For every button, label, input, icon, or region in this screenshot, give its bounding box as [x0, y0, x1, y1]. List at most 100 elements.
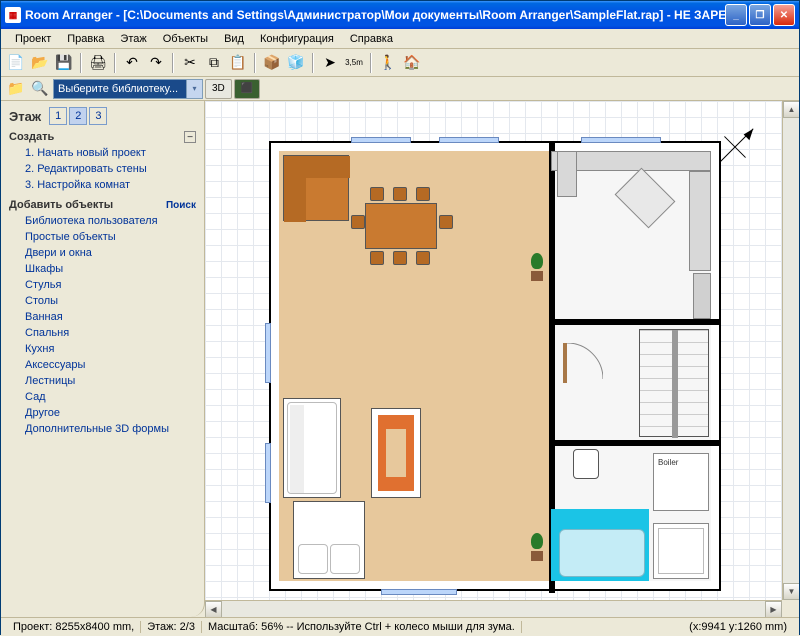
- window[interactable]: [381, 589, 457, 595]
- measure-icon[interactable]: 3,5m: [343, 52, 365, 74]
- window[interactable]: [439, 137, 499, 143]
- window[interactable]: [265, 323, 271, 383]
- scroll-right-icon[interactable]: ▶: [765, 601, 782, 617]
- save-icon[interactable]: 💾: [53, 52, 75, 74]
- create-edit-walls[interactable]: 2. Редактировать стены: [9, 161, 196, 177]
- maximize-button[interactable]: ❐: [749, 4, 771, 26]
- kitchen-unit[interactable]: [557, 151, 577, 197]
- window[interactable]: [265, 443, 271, 503]
- arrow-icon[interactable]: ➤: [319, 52, 341, 74]
- menu-objects[interactable]: Объекты: [155, 31, 216, 47]
- scroll-left-icon[interactable]: ◀: [205, 601, 222, 617]
- undo-icon[interactable]: ↶: [121, 52, 143, 74]
- floor-2-button[interactable]: 2: [69, 107, 87, 125]
- dining-table[interactable]: [365, 203, 437, 249]
- obj-other[interactable]: Другое: [9, 405, 196, 421]
- close-button[interactable]: ✕: [773, 4, 795, 26]
- obj-kitchen-cat[interactable]: Кухня: [9, 341, 196, 357]
- obj-tables[interactable]: Столы: [9, 293, 196, 309]
- window[interactable]: [351, 137, 411, 143]
- create-new-project[interactable]: 1. Начать новый проект: [9, 145, 196, 161]
- create-room-setup[interactable]: 3. Настройка комнат: [9, 177, 196, 193]
- tv-unit[interactable]: [371, 408, 421, 498]
- mode-3d-button[interactable]: 3D: [205, 79, 232, 99]
- plant-icon[interactable]: [527, 533, 547, 561]
- obj-accessories[interactable]: Аксессуары: [9, 357, 196, 373]
- print-icon[interactable]: 🖨: [87, 52, 109, 74]
- chair[interactable]: [416, 251, 430, 265]
- library-dropdown[interactable]: Выберите библиотеку... ▾: [53, 79, 203, 99]
- floor-3-button[interactable]: 3: [89, 107, 107, 125]
- wall-horizontal-2: [549, 440, 719, 446]
- home-icon[interactable]: 🏠: [401, 52, 423, 74]
- obj-user-library[interactable]: Библиотека пользователя: [9, 213, 196, 229]
- menu-config[interactable]: Конфигурация: [252, 31, 342, 47]
- paste-icon[interactable]: 📋: [227, 52, 249, 74]
- toilet[interactable]: [573, 449, 599, 479]
- obj-simple[interactable]: Простые объекты: [9, 229, 196, 245]
- bathroom-unit[interactable]: Boiler: [653, 453, 709, 511]
- floor-label: Этаж: [9, 109, 41, 124]
- scroll-up-icon[interactable]: ▲: [783, 101, 799, 118]
- shower[interactable]: [653, 523, 709, 579]
- new-icon[interactable]: 📄: [5, 52, 27, 74]
- floor-1-button[interactable]: 1: [49, 107, 67, 125]
- redo-icon[interactable]: ↷: [145, 52, 167, 74]
- toolbar-main: 📄 📂 💾 🖨 ↶ ↷ ✂ ⧉ 📋 📦 🧊 ➤ 3,5m 🚶 🏠: [1, 49, 799, 77]
- toolbar-library: 📁 🔍 Выберите библиотеку... ▾ 3D ⬛: [1, 77, 799, 101]
- obj-3d-shapes[interactable]: Дополнительные 3D формы: [9, 421, 196, 437]
- sofa[interactable]: [283, 398, 341, 498]
- create-heading: Создать −: [9, 131, 196, 143]
- window[interactable]: [581, 137, 661, 143]
- corner-sofa[interactable]: [283, 155, 349, 221]
- scroll-down-icon[interactable]: ▼: [783, 583, 799, 600]
- view3d-icon[interactable]: 🧊: [285, 52, 307, 74]
- kitchen-counter-right[interactable]: [689, 171, 711, 271]
- menu-help[interactable]: Справка: [342, 31, 401, 47]
- chair[interactable]: [439, 215, 453, 229]
- armchair-set[interactable]: [293, 501, 365, 579]
- library-icon[interactable]: 📁: [5, 78, 27, 100]
- menu-view[interactable]: Вид: [216, 31, 252, 47]
- copy-icon[interactable]: ⧉: [203, 52, 225, 74]
- status-scale: Масштаб: 56% -- Используйте Ctrl + колес…: [202, 621, 522, 633]
- obj-doors-windows[interactable]: Двери и окна: [9, 245, 196, 261]
- cut-icon[interactable]: ✂: [179, 52, 201, 74]
- mode-toggle-button[interactable]: ⬛: [234, 79, 260, 99]
- obj-wardrobes[interactable]: Шкафы: [9, 261, 196, 277]
- menu-project[interactable]: Проект: [7, 31, 59, 47]
- canvas[interactable]: Boiler ▲ ▼ ◀ ▶: [205, 101, 799, 617]
- search-link[interactable]: Поиск: [166, 200, 196, 211]
- floor-plan[interactable]: Boiler: [269, 141, 721, 591]
- status-coords: (x:9941 y:1260 mm): [683, 621, 793, 633]
- plant-icon[interactable]: [527, 253, 547, 281]
- obj-stairs[interactable]: Лестницы: [9, 373, 196, 389]
- chevron-down-icon: ▾: [186, 80, 202, 98]
- obj-garden[interactable]: Сад: [9, 389, 196, 405]
- collapse-icon[interactable]: −: [184, 131, 196, 143]
- horizontal-scrollbar[interactable]: ◀ ▶: [205, 600, 782, 617]
- chair[interactable]: [416, 187, 430, 201]
- open-icon[interactable]: 📂: [29, 52, 51, 74]
- door[interactable]: [563, 343, 603, 383]
- menu-floor[interactable]: Этаж: [112, 31, 154, 47]
- obj-chairs[interactable]: Стулья: [9, 277, 196, 293]
- obj-bathroom[interactable]: Ванная: [9, 309, 196, 325]
- chair[interactable]: [351, 215, 365, 229]
- chair[interactable]: [393, 187, 407, 201]
- window-titlebar: ▦ Room Arranger - [C:\Documents and Sett…: [1, 1, 799, 29]
- fridge[interactable]: [693, 273, 711, 319]
- search-icon[interactable]: 🔍: [29, 78, 51, 100]
- box-icon[interactable]: 📦: [261, 52, 283, 74]
- staircase[interactable]: [639, 329, 709, 437]
- vertical-scrollbar[interactable]: ▲ ▼: [782, 101, 799, 600]
- status-bar: Проект: 8255x8400 mm, Этаж: 2/3 Масштаб:…: [1, 617, 799, 636]
- minimize-button[interactable]: _: [725, 4, 747, 26]
- walk-icon[interactable]: 🚶: [377, 52, 399, 74]
- chair[interactable]: [370, 251, 384, 265]
- obj-bedroom[interactable]: Спальня: [9, 325, 196, 341]
- chair[interactable]: [393, 251, 407, 265]
- bathtub[interactable]: [559, 529, 645, 577]
- chair[interactable]: [370, 187, 384, 201]
- menu-edit[interactable]: Правка: [59, 31, 112, 47]
